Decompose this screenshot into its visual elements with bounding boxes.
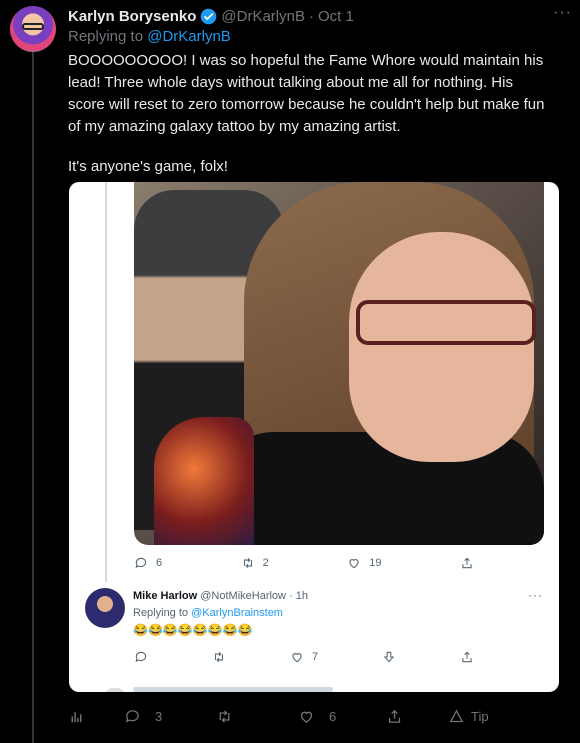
- downvote-button[interactable]: [382, 650, 396, 664]
- author-handle[interactable]: @DrKarlynB: [221, 8, 305, 25]
- reply-icon: [125, 709, 139, 723]
- reply-count: 3: [155, 708, 163, 724]
- author-name[interactable]: Karlyn Borysenko: [68, 8, 196, 25]
- quoted-retweet-count: 2: [262, 557, 269, 569]
- separator: ·: [289, 590, 293, 602]
- quoted-reply-author: Mike Harlow @NotMikeHarlow · 1h: [133, 590, 308, 602]
- quoted-replying-prefix: Replying to: [133, 607, 189, 619]
- thread-line: [32, 50, 34, 743]
- quoted-like-count: 19: [369, 557, 382, 569]
- quoted-reply-emojis: 😂😂😂😂😂😂😂😂: [133, 623, 253, 637]
- quoted-like-button[interactable]: 19: [347, 556, 382, 570]
- analytics-icon: [71, 711, 82, 722]
- quoted-actions: 6 2 19: [134, 556, 474, 570]
- tweet-actions: 3 6 Tip: [68, 705, 518, 727]
- more-icon[interactable]: ···: [553, 4, 572, 22]
- quoted-reply[interactable]: Mike Harlow @NotMikeHarlow · 1h ··· Repl…: [69, 580, 559, 692]
- tweet-header: Karlyn Borysenko @DrKarlynB · Oct 1: [68, 6, 560, 26]
- quoted-share-button[interactable]: [460, 556, 474, 570]
- retweet-icon: [219, 709, 230, 723]
- reply-button[interactable]: 3: [124, 708, 162, 725]
- quoted-replying-mention[interactable]: @KarlynBrainstem: [191, 607, 283, 619]
- retweet-button[interactable]: [212, 650, 226, 664]
- tweet-text: BOOOOOOOOO! I was so hopeful the Fame Wh…: [68, 50, 548, 178]
- attached-image-card[interactable]: 6 2 19 Mike Harlow @NotMikeHarlow · 1h ·…: [69, 182, 559, 692]
- quoted-reply-actions: 7: [134, 650, 474, 664]
- quoted-reply-count: 6: [156, 557, 163, 569]
- like-icon: [349, 559, 359, 569]
- avatar[interactable]: [10, 6, 56, 52]
- verified-icon: [200, 8, 217, 25]
- more-icon[interactable]: ···: [528, 588, 543, 602]
- reply-icon: [135, 651, 147, 663]
- like-button[interactable]: 6: [298, 708, 336, 725]
- share-icon: [462, 557, 472, 569]
- tattoo-photo[interactable]: [134, 182, 544, 545]
- replying-prefix: Replying to: [68, 28, 144, 45]
- like-icon: [300, 711, 313, 723]
- quoted-reply-handle[interactable]: @NotMikeHarlow: [200, 590, 286, 602]
- share-icon: [462, 651, 472, 663]
- retweet-icon: [243, 557, 252, 569]
- share-button[interactable]: [460, 650, 474, 664]
- retweet-button[interactable]: [216, 708, 233, 725]
- tweet-paragraph-2: It's anyone's game, folx!: [68, 158, 228, 175]
- retweet-icon: [214, 651, 223, 663]
- replying-to: Replying to @DrKarlynB: [68, 28, 231, 45]
- next-reply-text: [133, 687, 333, 692]
- analytics-button[interactable]: [68, 708, 85, 725]
- downvote-icon: [383, 651, 395, 663]
- share-button[interactable]: [386, 708, 403, 725]
- quoted-retweet-button[interactable]: 2: [241, 556, 269, 570]
- avatar[interactable]: [85, 588, 125, 628]
- quoted-thread-line: [105, 182, 107, 582]
- share-icon: [388, 709, 401, 723]
- like-icon: [292, 653, 302, 663]
- tweet-date[interactable]: Oct 1: [318, 8, 354, 25]
- reply-button[interactable]: [134, 650, 148, 664]
- quoted-reply-name[interactable]: Mike Harlow: [133, 590, 197, 602]
- quoted-reply-button[interactable]: 6: [134, 556, 162, 570]
- quoted-reply-time[interactable]: 1h: [296, 590, 308, 602]
- tip-button[interactable]: Tip: [448, 708, 489, 725]
- replying-mention[interactable]: @DrKarlynB: [147, 28, 231, 45]
- like-button[interactable]: 7: [290, 650, 318, 664]
- tip-icon: [449, 708, 464, 722]
- quoted-reply-like-count: 7: [311, 651, 319, 663]
- reply-icon: [135, 557, 147, 569]
- quoted-replying-to: Replying to @KarlynBrainstem: [133, 607, 283, 619]
- tip-label: Tip: [471, 708, 489, 724]
- separator: ·: [308, 7, 314, 25]
- tweet-paragraph-1: BOOOOOOOOO! I was so hopeful the Fame Wh…: [68, 52, 545, 135]
- like-count: 6: [329, 708, 337, 724]
